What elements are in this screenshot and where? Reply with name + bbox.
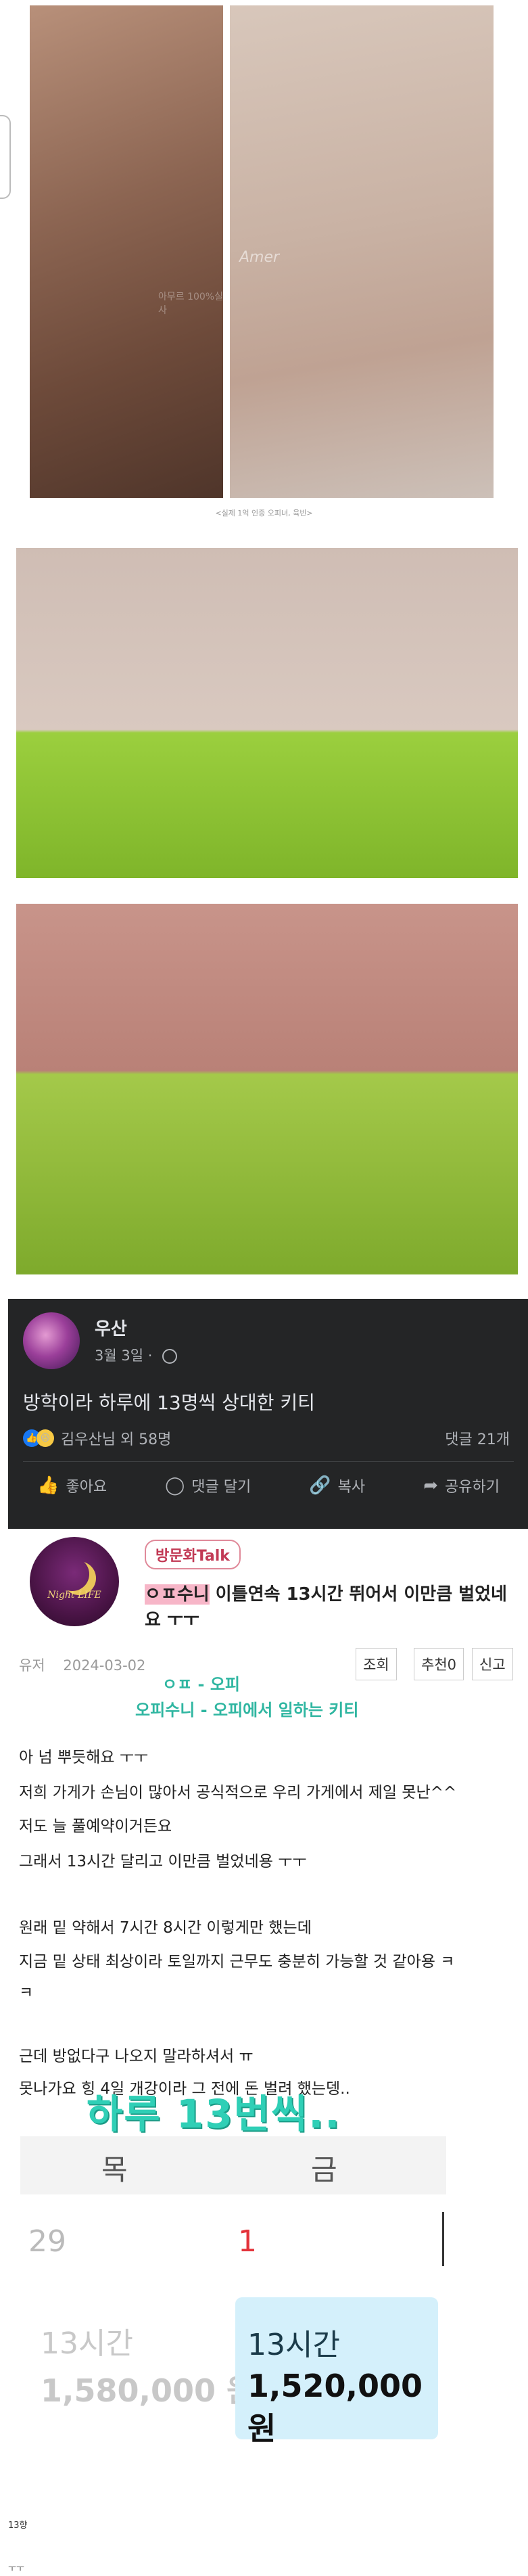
photo-red-dress: Amer (230, 5, 494, 498)
post-actions: 👍 좋아요 ◯ 댓글 달기 🔗 복사 ➦ 공유하기 (8, 1475, 528, 1496)
body-line: 근데 방없다구 나오지 말라하셔서 ㅠ (19, 2048, 254, 2065)
reaction-summary[interactable]: 👍 😆 김우산님 외 58명 (23, 1427, 171, 1449)
big-caption: 하루 13번씩.. (87, 2091, 341, 2137)
footer-text-2: ㅜㅜ (8, 2564, 24, 2574)
body-line: 아 넘 뿌듯해요 ㅜㅜ (19, 1749, 149, 1766)
body-line: 그래서 13시간 달리고 이만큼 벌었네용 ㅜㅜ (19, 1853, 307, 1870)
views-label: 조회 (363, 1657, 389, 1673)
facebook-post: 우산 3월 3일 · 방학이라 하루에 13명씩 상대한 키티 👍 😆 김우산님… (8, 1299, 528, 1529)
recommend-button[interactable]: 추천0 (414, 1648, 464, 1680)
share-label: 공유하기 (445, 1479, 500, 1496)
author-name[interactable]: 우산 (95, 1315, 127, 1340)
day-fri: 금 (311, 2153, 337, 2186)
globe-icon (162, 1349, 178, 1364)
amount-left: 1,580,000 원 (41, 2372, 256, 2409)
comment-count[interactable]: 댓글 21개 (445, 1427, 510, 1449)
side-scroll-tab[interactable] (0, 115, 11, 199)
divider (23, 1461, 514, 1462)
views-button[interactable]: 조회 (356, 1648, 397, 1680)
post-date: 3월 3일 · (95, 1345, 178, 1365)
date-right: 1 (238, 2224, 257, 2259)
comment-button[interactable]: ◯ 댓글 달기 (165, 1475, 251, 1496)
photo-mirror-selfie: 아무르 100%실사 (30, 5, 223, 498)
post-meta: 유저 2024-03-02 (19, 1655, 145, 1675)
speech-bubble-icon: ◯ (165, 1475, 185, 1496)
share-arrow-icon: ➦ (423, 1475, 438, 1496)
report-button[interactable]: 신고 (472, 1648, 513, 1680)
thumbs-up-icon: 👍 (37, 1475, 59, 1496)
annotation-opsuni: 오피수니 - 오피에서 일하는 키티 (135, 1701, 359, 1720)
copy-button[interactable]: 🔗 복사 (309, 1475, 365, 1496)
post-title: ㅇㅍ수니 이틀연속 13시간 뛰어서 이만큼 벌었네요 ㅜㅜ (145, 1582, 510, 1633)
watermark-left: Amer (239, 249, 280, 266)
hours-left: 13시간 (41, 2326, 133, 2361)
like-label: 좋아요 (66, 1479, 107, 1496)
report-label: 신고 (479, 1657, 506, 1673)
post-title: 방학이라 하루에 13명씩 상대한 키티 (23, 1392, 315, 1414)
photo-caption: <실제 1억 인증 오피녀, 육빈> (215, 509, 313, 518)
day-thu: 목 (101, 2153, 128, 2186)
haha-reaction-icon: 😆 (37, 1429, 54, 1447)
meta-date: 2024-03-02 (63, 1657, 146, 1674)
body-line: 원래 밑 약해서 7시간 8시간 이렇게만 했는데 (19, 1919, 312, 1937)
avatar-text: Night LIFE (47, 1590, 101, 1601)
amount-right: 1,520,000 원 (247, 2368, 423, 2447)
body-line: ㅋ (19, 1984, 34, 2002)
cursor-line (442, 2212, 444, 2266)
meta-author: 유저 (19, 1657, 45, 1674)
board-avatar: Night LIFE (30, 1537, 119, 1626)
category-badge[interactable]: 방문화Talk (145, 1540, 241, 1569)
hours-right: 13시간 (247, 2328, 340, 2362)
title-highlight: ㅇㅍ수니 (145, 1584, 210, 1605)
footer-text: 13향 (8, 2521, 28, 2531)
body-line: 저희 가게가 손님이 많아서 공식적으로 우리 가게에서 제일 못난^^ (19, 1784, 457, 1801)
comment-label: 댓글 달기 (191, 1479, 251, 1496)
photo-white-dress-sitting (16, 548, 518, 878)
body-line: 저도 늘 풀예약이거든요 (19, 1818, 172, 1835)
date-left: 29 (28, 2224, 66, 2259)
moon-icon (55, 1557, 89, 1591)
earnings-calendar: 목 금 29 1 13시간 1,580,000 원 13시간 1,520,000… (20, 2136, 446, 2447)
share-button[interactable]: ➦ 공유하기 (423, 1475, 500, 1496)
annotation-op: ㅇㅍ - 오피 (162, 1675, 240, 1694)
author-avatar[interactable] (23, 1312, 80, 1369)
copy-label: 복사 (337, 1479, 366, 1496)
recommend-label: 추천0 (421, 1657, 457, 1673)
watermark-left-sub: 아무르 100%실사 (158, 292, 223, 316)
photo-white-dress-lying (16, 904, 518, 1274)
like-button[interactable]: 👍 좋아요 (37, 1475, 107, 1496)
body-line: 지금 밑 상태 최상이라 토일까지 근무도 충분히 가능할 것 같아용 ㅋ (19, 1953, 455, 1971)
calendar-header: 목 금 (20, 2136, 446, 2194)
post-date-text: 3월 3일 · (95, 1348, 158, 1364)
link-icon: 🔗 (309, 1475, 331, 1496)
reactors-text: 김우산님 외 58명 (61, 1431, 172, 1448)
